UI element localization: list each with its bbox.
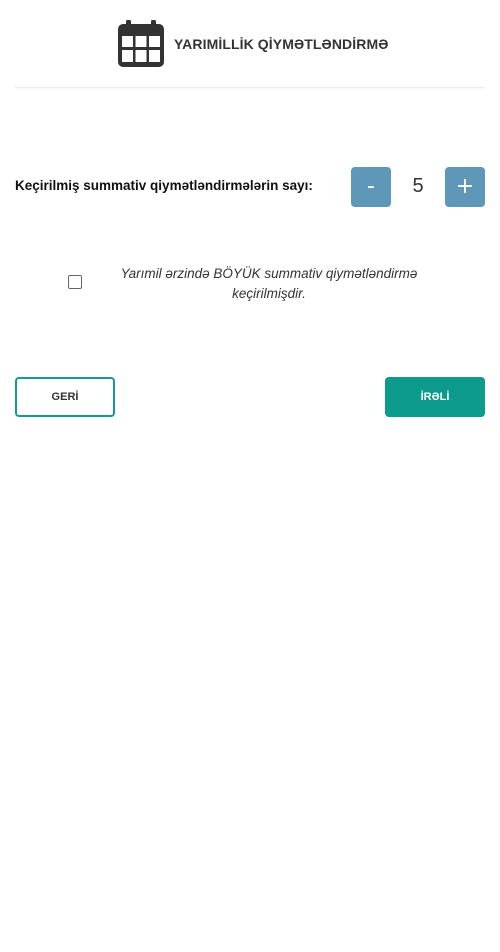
summative-count-row: Keçirilmiş summativ qiymətləndirmələrin … (15, 167, 485, 207)
next-button[interactable]: İRƏLİ (385, 377, 485, 417)
big-summative-checkbox[interactable] (68, 275, 82, 289)
summative-count-label: Keçirilmiş summativ qiymətləndirmələrin … (15, 178, 313, 193)
big-summative-label: Yarımil ərzində BÖYÜK summativ qiymətlən… (120, 266, 418, 301)
increment-button[interactable]: + (445, 167, 485, 207)
calendar-icon (118, 20, 164, 67)
big-summative-option: Yarımil ərzində BÖYÜK summativ qiymətlən… (68, 264, 458, 304)
page-title: YARIMİLLİK QİYMƏTLƏNDİRMƏ (174, 36, 389, 52)
header-title-group: YARIMİLLİK QİYMƏTLƏNDİRMƏ (117, 20, 388, 68)
summative-count-value: 5 (412, 175, 424, 197)
back-button[interactable]: GERİ (15, 377, 115, 417)
page-header: YARIMİLLİK QİYMƏTLƏNDİRMƏ (15, 0, 485, 88)
decrement-button[interactable]: - (351, 167, 391, 207)
